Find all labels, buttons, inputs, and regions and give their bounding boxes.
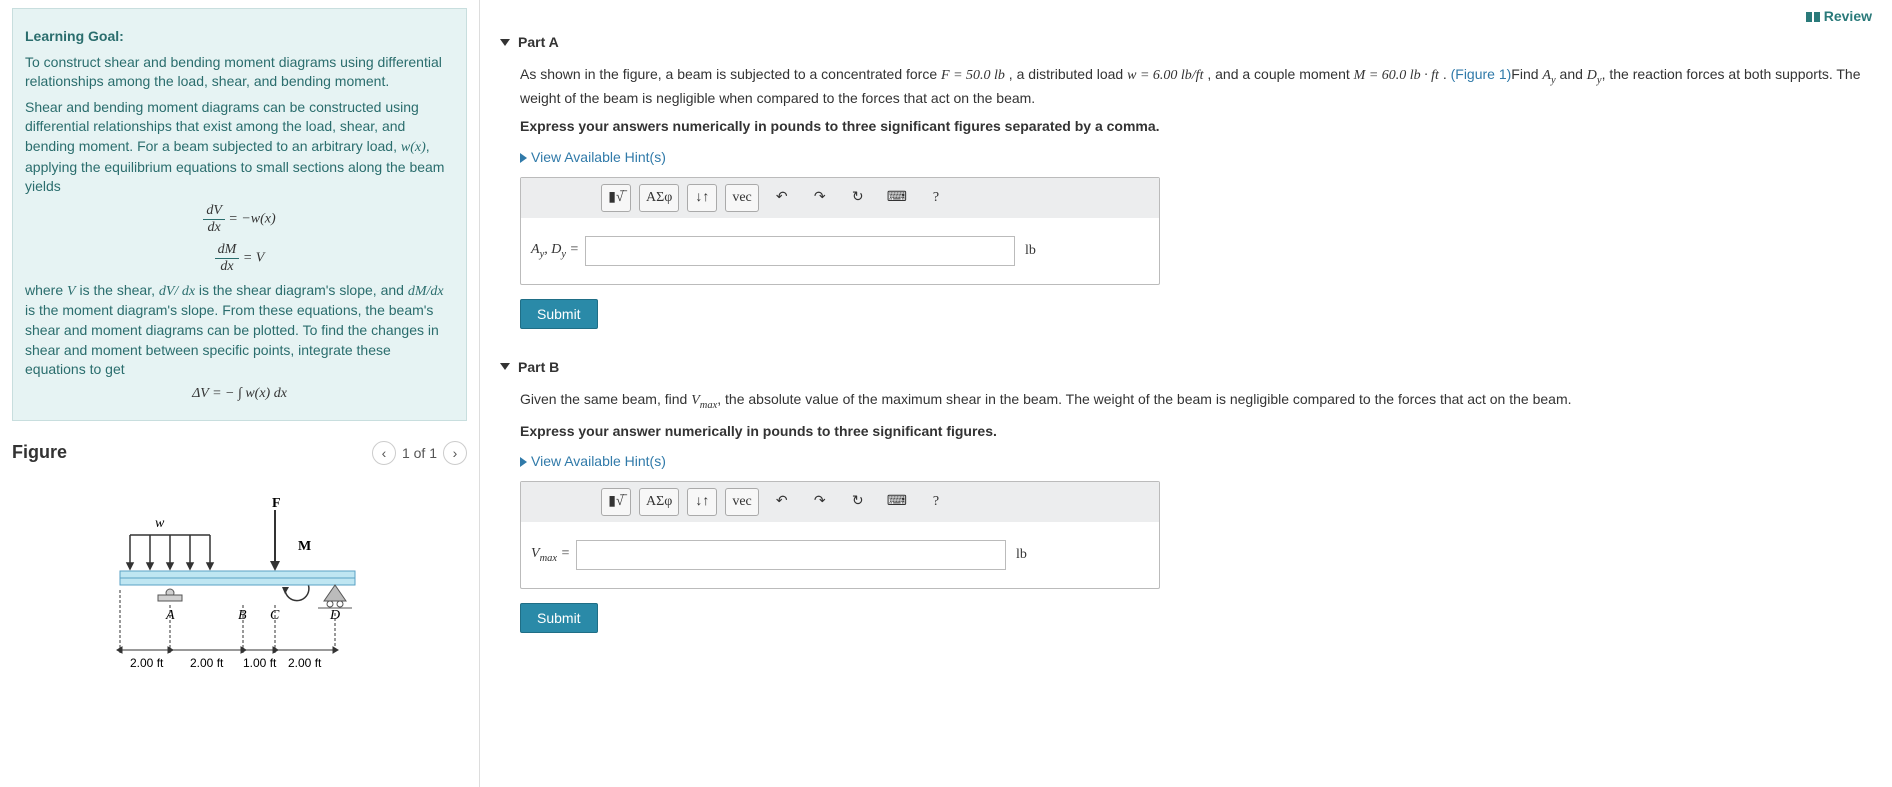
pager-prev-button[interactable]: ‹: [372, 441, 396, 465]
part-b-submit-button[interactable]: Submit: [520, 603, 598, 633]
part-b-answer-row: Vmax = lb: [521, 522, 1159, 588]
part-a-answer-input[interactable]: [585, 236, 1015, 266]
figure-pager: ‹ 1 of 1 ›: [372, 441, 467, 465]
right-column: Review Part A As shown in the figure, a …: [480, 0, 1892, 787]
part-a-answer-label: Ay, Dy =: [531, 242, 579, 260]
pager-next-button[interactable]: ›: [443, 441, 467, 465]
part-a-submit-button[interactable]: Submit: [520, 299, 598, 329]
fig-label-M: M: [298, 539, 311, 554]
fig-dim-2: 2.00 ft: [190, 656, 224, 670]
equation-2: dMdx = V: [25, 242, 454, 275]
left-column: Learning Goal: To construct shear and be…: [0, 0, 480, 787]
part-b-instructions: Express your answer numerically in pound…: [520, 421, 1872, 441]
greek-button[interactable]: ΑΣφ: [639, 488, 679, 516]
subsup-button[interactable]: ↓↑: [687, 488, 717, 516]
keyboard-button[interactable]: ⌨: [881, 184, 913, 212]
vec-button[interactable]: vec: [725, 488, 758, 516]
undo-button[interactable]: ↶: [767, 488, 797, 516]
part-b-header[interactable]: Part B: [500, 359, 1872, 375]
figure-header-row: Figure ‹ 1 of 1 ›: [12, 441, 467, 465]
keyboard-button[interactable]: ⌨: [881, 488, 913, 516]
redo-button[interactable]: ↷: [805, 184, 835, 212]
learning-goal-p3: where V is the shear, dV/ dx is the shea…: [25, 281, 454, 380]
fig-dim-3: 1.00 ft: [243, 656, 277, 670]
review-icon: [1806, 12, 1820, 22]
redo-button[interactable]: ↷: [805, 488, 835, 516]
caret-down-icon: [500, 39, 510, 46]
equation-1: dVdx = −w(x): [25, 203, 454, 236]
fig-dim-1: 2.00 ft: [130, 656, 164, 670]
reset-button[interactable]: ↻: [843, 488, 873, 516]
vec-button[interactable]: vec: [725, 184, 758, 212]
part-b-answer-input[interactable]: [576, 540, 1006, 570]
figure-1-link[interactable]: (Figure 1): [1451, 66, 1512, 82]
templates-button[interactable]: ▮√̅: [601, 488, 631, 516]
fig-dim-4: 2.00 ft: [288, 656, 322, 670]
help-button[interactable]: ?: [921, 488, 951, 516]
fig-label-w: w: [155, 516, 165, 531]
reset-button[interactable]: ↻: [843, 184, 873, 212]
part-b-answer-label: Vmax =: [531, 546, 570, 564]
part-a-header[interactable]: Part A: [500, 34, 1872, 50]
greek-button[interactable]: ΑΣφ: [639, 184, 679, 212]
part-b-toolbar: ▮√̅ ΑΣφ ↓↑ vec ↶ ↷ ↻ ⌨ ?: [521, 482, 1159, 522]
part-a-unit: lb: [1025, 243, 1036, 259]
part-a-text: As shown in the figure, a beam is subjec…: [520, 64, 1872, 108]
pager-text: 1 of 1: [402, 445, 437, 461]
undo-button[interactable]: ↶: [767, 184, 797, 212]
part-a-instructions: Express your answers numerically in poun…: [520, 116, 1872, 136]
templates-button[interactable]: ▮√̅: [601, 184, 631, 212]
subsup-button[interactable]: ↓↑: [687, 184, 717, 212]
learning-goal-box: Learning Goal: To construct shear and be…: [12, 8, 467, 421]
app-container: Learning Goal: To construct shear and be…: [0, 0, 1892, 787]
part-b-answer-box: ▮√̅ ΑΣφ ↓↑ vec ↶ ↷ ↻ ⌨ ? Vmax = lb: [520, 481, 1160, 589]
figure-diagram: w F M A: [100, 495, 380, 698]
learning-goal-p2: Shear and bending moment diagrams can be…: [25, 98, 454, 197]
review-link[interactable]: Review: [500, 8, 1872, 24]
part-a-answer-row: Ay, Dy = lb: [521, 218, 1159, 284]
part-a-hints-link[interactable]: View Available Hint(s): [520, 149, 1872, 165]
figure-title: Figure: [12, 442, 67, 463]
equation-3: ΔV = − ∫ w(x) dx: [25, 386, 454, 402]
learning-goal-title: Learning Goal:: [25, 28, 124, 44]
fig-label-F: F: [272, 496, 281, 511]
caret-right-icon: [520, 457, 527, 467]
part-b-hints-link[interactable]: View Available Hint(s): [520, 453, 1872, 469]
caret-down-icon: [500, 363, 510, 370]
help-button[interactable]: ?: [921, 184, 951, 212]
part-b-text: Given the same beam, find Vmax, the abso…: [520, 389, 1872, 413]
part-b-unit: lb: [1016, 547, 1027, 563]
part-a-toolbar: ▮√̅ ΑΣφ ↓↑ vec ↶ ↷ ↻ ⌨ ?: [521, 178, 1159, 218]
learning-goal-p1: To construct shear and bending moment di…: [25, 53, 454, 92]
part-a-answer-box: ▮√̅ ΑΣφ ↓↑ vec ↶ ↷ ↻ ⌨ ? Ay, Dy = lb: [520, 177, 1160, 285]
caret-right-icon: [520, 153, 527, 163]
